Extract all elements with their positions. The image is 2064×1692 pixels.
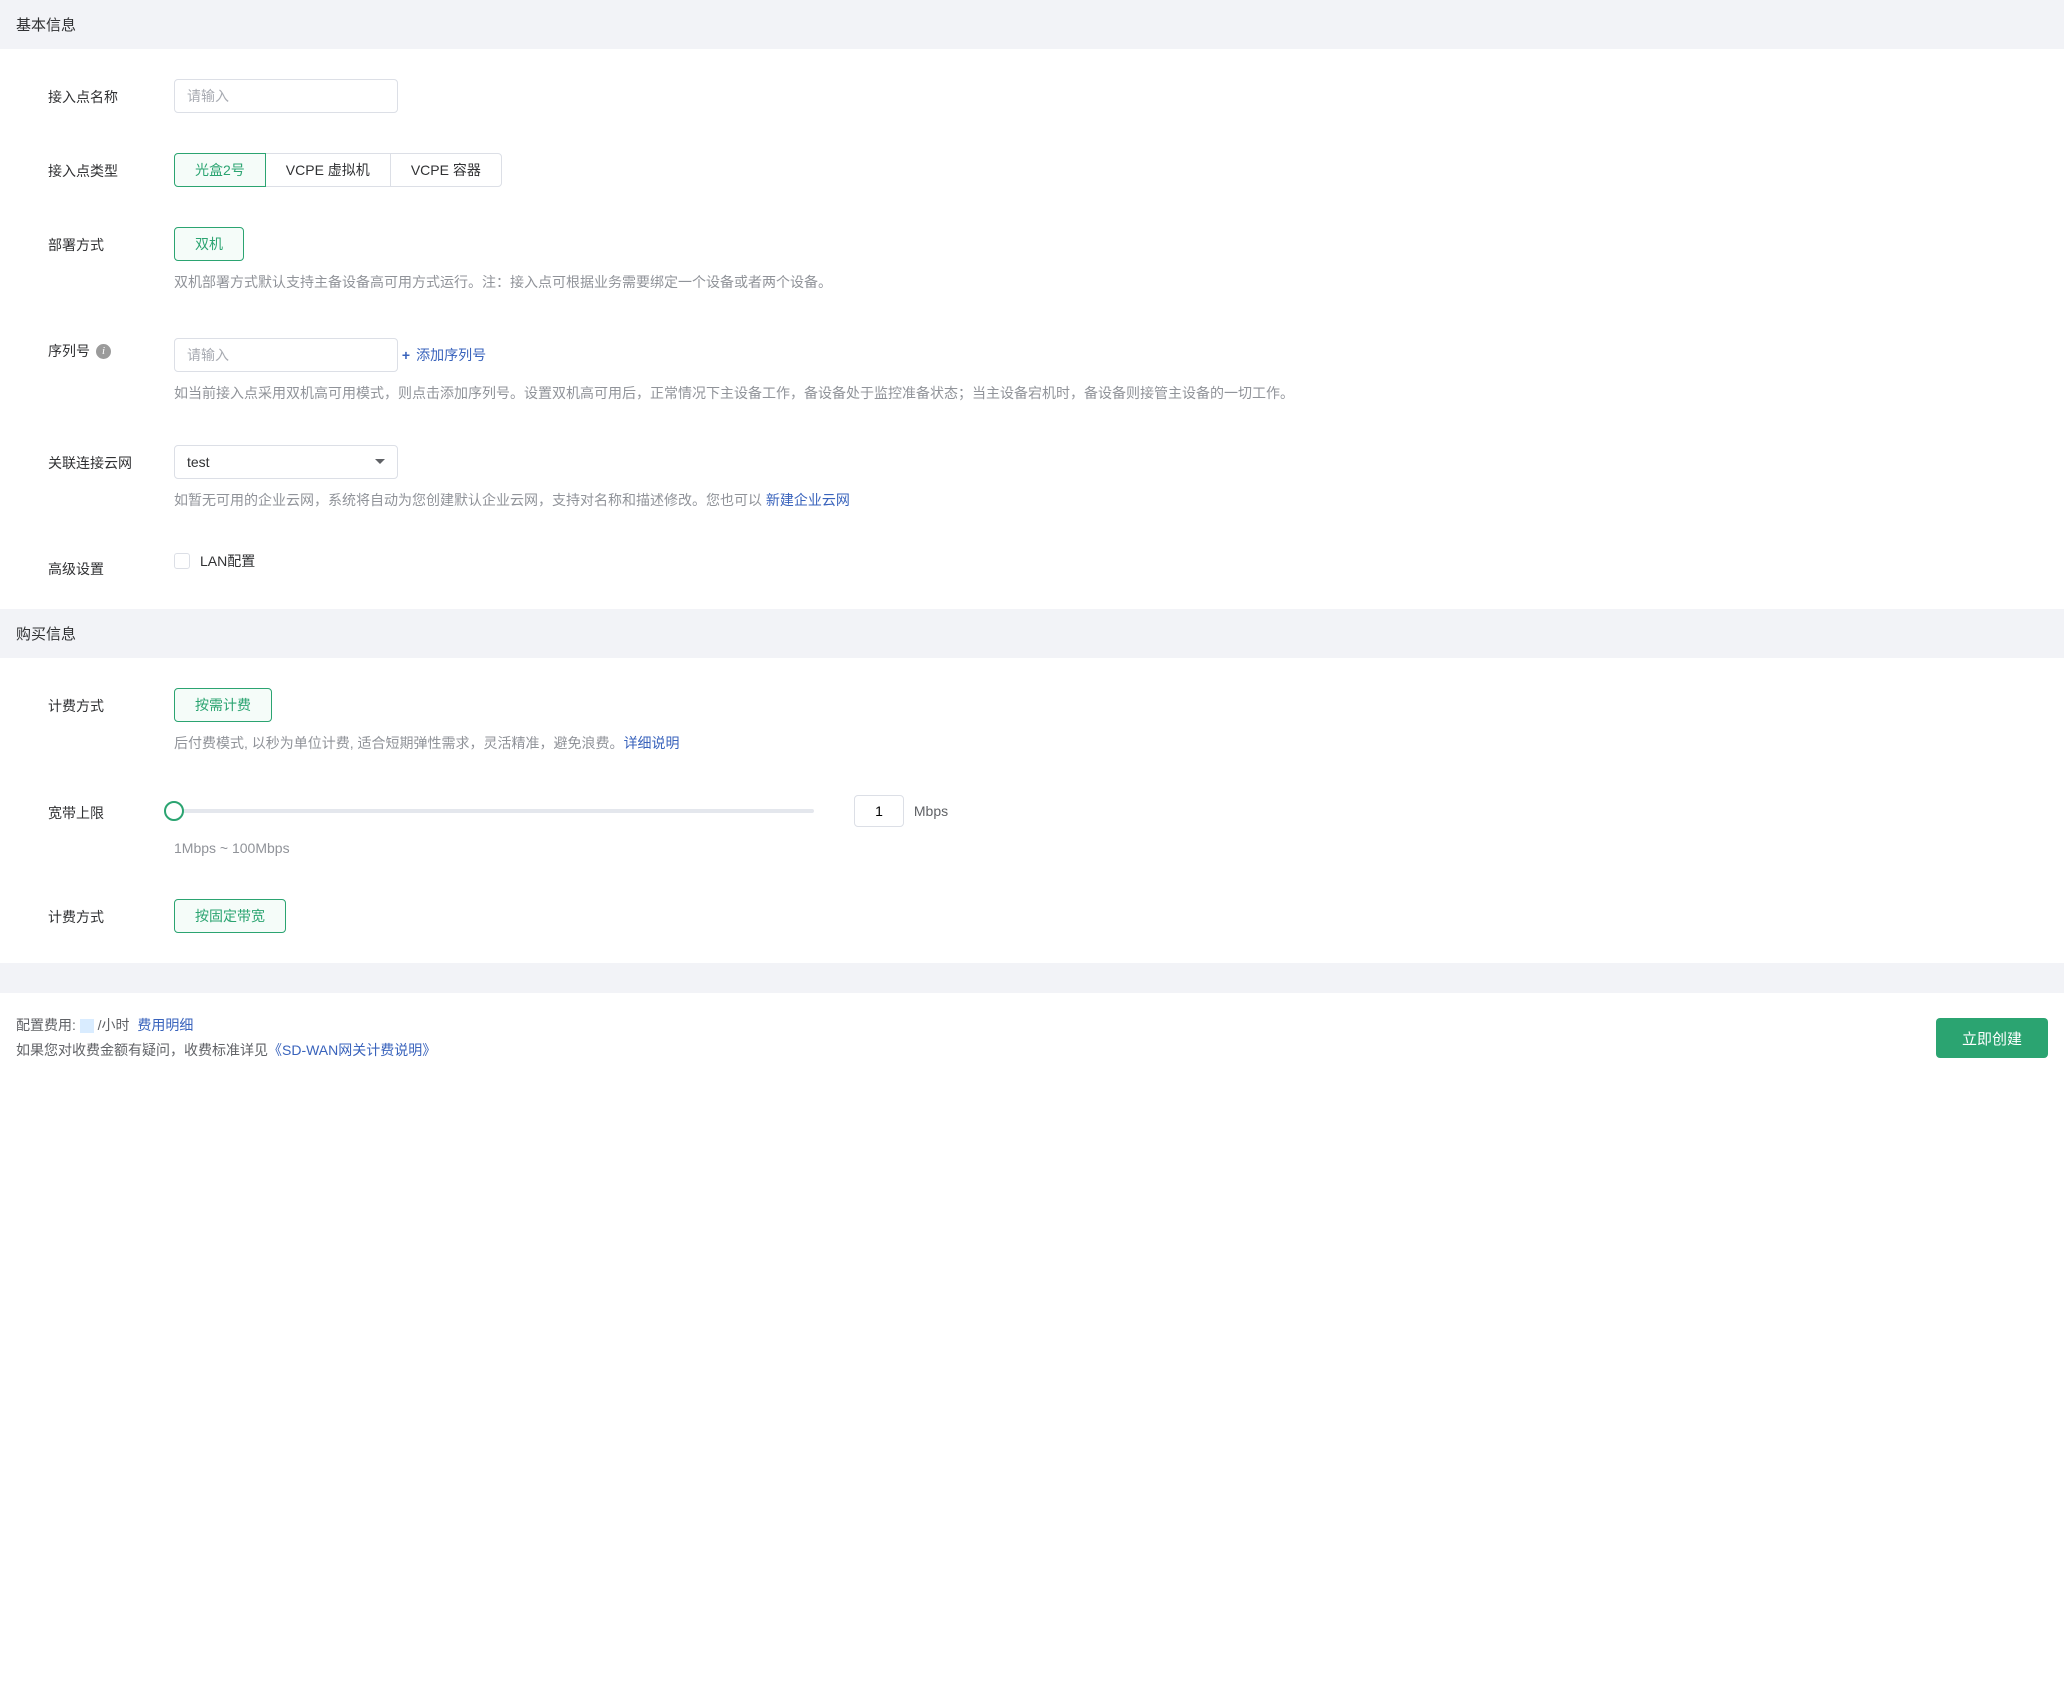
section-body-basic: 接入点名称 接入点类型 光盒2号 VCPE 虚拟机 VCPE 容器 部署方式 双… xyxy=(0,49,2064,609)
radio-billing-ondemand[interactable]: 按需计费 xyxy=(174,688,272,722)
chevron-down-icon xyxy=(375,459,385,464)
label-bandwidth: 宽带上限 xyxy=(48,795,174,823)
hint-deploy: 双机部署方式默认支持主备设备高可用方式运行。注：接入点可根据业务需要绑定一个设备… xyxy=(174,271,2048,293)
row-billing: 计费方式 按需计费 后付费模式, 以秒为单位计费, 适合短期弹性需求，灵活精准，… xyxy=(48,688,2048,754)
row-bandwidth: 宽带上限 Mbps 1Mbps ~ 100Mbps xyxy=(48,795,2048,859)
create-button[interactable]: 立即创建 xyxy=(1936,1018,2048,1058)
label-billing: 计费方式 xyxy=(48,688,174,716)
slider-handle[interactable] xyxy=(164,801,184,821)
link-doc[interactable]: 《SD-WAN网关计费说明》 xyxy=(268,1042,436,1058)
bandwidth-unit: Mbps xyxy=(914,803,948,819)
label-advanced: 高级设置 xyxy=(48,551,174,579)
link-cost-detail[interactable]: 费用明细 xyxy=(137,1017,193,1033)
section-body-purchase: 计费方式 按需计费 后付费模式, 以秒为单位计费, 适合短期弹性需求，灵活精准，… xyxy=(0,658,2064,963)
input-access-name[interactable] xyxy=(174,79,398,113)
hint-serial: 如当前接入点采用双机高可用模式，则点击添加序列号。设置双机高可用后，正常情况下主… xyxy=(174,382,2048,404)
radio-deploy-dual[interactable]: 双机 xyxy=(174,227,244,261)
label-billing-mode: 计费方式 xyxy=(48,899,174,927)
footer: 配置费用: /小时 费用明细 如果您对收费金额有疑问，收费标准详见《SD-WAN… xyxy=(0,993,2064,1083)
checkbox-lan-label: LAN配置 xyxy=(200,551,255,571)
section-header-purchase: 购买信息 xyxy=(0,609,2064,658)
price-mask xyxy=(80,1019,94,1033)
plus-icon: + xyxy=(402,347,410,363)
link-billing-detail[interactable]: 详细说明 xyxy=(624,735,680,751)
hint-billing: 后付费模式, 以秒为单位计费, 适合短期弹性需求，灵活精准，避免浪费。详细说明 xyxy=(174,732,2048,754)
link-new-network[interactable]: 新建企业云网 xyxy=(766,492,850,508)
radio-type-option-0[interactable]: 光盒2号 xyxy=(174,153,266,187)
checkbox-lan[interactable] xyxy=(174,553,190,569)
input-bandwidth[interactable] xyxy=(854,795,904,827)
row-billing-mode: 计费方式 按固定带宽 xyxy=(48,899,2048,933)
spacer xyxy=(0,963,2064,993)
row-access-type: 接入点类型 光盒2号 VCPE 虚拟机 VCPE 容器 xyxy=(48,153,2048,187)
radio-type-option-1[interactable]: VCPE 虚拟机 xyxy=(265,153,391,187)
bandwidth-slider[interactable] xyxy=(174,809,814,813)
input-serial[interactable] xyxy=(174,338,398,372)
label-serial: 序列号 i xyxy=(48,333,174,361)
row-network: 关联连接云网 test 如暂无可用的企业云网，系统将自动为您创建默认企业云网，支… xyxy=(48,445,2048,511)
row-access-name: 接入点名称 xyxy=(48,79,2048,113)
radio-billing-fixed[interactable]: 按固定带宽 xyxy=(174,899,286,933)
info-icon[interactable]: i xyxy=(96,344,111,359)
radio-group-type: 光盒2号 VCPE 虚拟机 VCPE 容器 xyxy=(174,153,2048,187)
label-deploy: 部署方式 xyxy=(48,227,174,255)
label-access-name: 接入点名称 xyxy=(48,79,174,107)
hint-network: 如暂无可用的企业云网，系统将自动为您创建默认企业云网，支持对名称和描述修改。您也… xyxy=(174,489,2048,511)
label-network: 关联连接云网 xyxy=(48,445,174,473)
row-serial: 序列号 i + 添加序列号 如当前接入点采用双机高可用模式，则点击添加序列号。设… xyxy=(48,333,2048,404)
section-header-basic: 基本信息 xyxy=(0,0,2064,49)
label-access-type: 接入点类型 xyxy=(48,153,174,181)
footer-info: 配置费用: /小时 费用明细 如果您对收费金额有疑问，收费标准详见《SD-WAN… xyxy=(16,1013,436,1063)
row-deploy: 部署方式 双机 双机部署方式默认支持主备设备高可用方式运行。注：接入点可根据业务… xyxy=(48,227,2048,293)
select-network[interactable]: test xyxy=(174,445,398,479)
row-advanced: 高级设置 LAN配置 xyxy=(48,551,2048,579)
add-serial-link[interactable]: + 添加序列号 xyxy=(402,345,486,365)
select-value: test xyxy=(187,454,210,470)
hint-bandwidth: 1Mbps ~ 100Mbps xyxy=(174,837,2048,859)
radio-type-option-2[interactable]: VCPE 容器 xyxy=(390,153,502,187)
